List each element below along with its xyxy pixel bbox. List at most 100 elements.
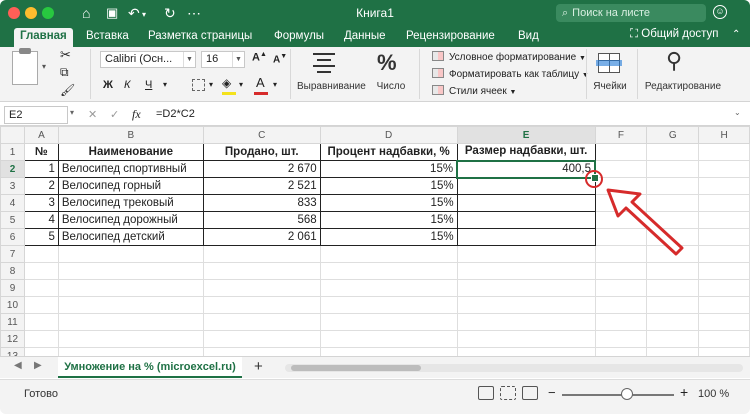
insert-function-icon[interactable]: fx	[132, 107, 141, 122]
cell[interactable]	[698, 143, 750, 161]
cell[interactable]: Велосипед дорожный	[57, 211, 204, 229]
underline-dropdown-icon[interactable]: ▾	[163, 77, 167, 93]
find-magnifier-icon[interactable]: ⚲	[666, 48, 682, 74]
minimize-window-button[interactable]	[25, 7, 37, 19]
percent-icon[interactable]: %	[377, 50, 397, 76]
cell[interactable]: 568	[202, 211, 321, 229]
conditional-formatting-button[interactable]: Условное форматирование ▼	[432, 51, 586, 65]
cell[interactable]	[698, 211, 750, 229]
row-header[interactable]: 1	[0, 143, 25, 161]
alignment-icon[interactable]	[313, 53, 335, 73]
row-header[interactable]: 5	[0, 211, 25, 229]
zoom-level[interactable]: 100 %	[698, 388, 729, 400]
cell[interactable]	[646, 143, 700, 161]
row-header[interactable]: 2	[0, 160, 25, 178]
format-as-table-button[interactable]: Форматировать как таблицу ▼	[432, 68, 589, 82]
row-header[interactable]: 3	[0, 177, 25, 195]
header-cell[interactable]: Процент надбавки, %	[319, 143, 458, 161]
cell[interactable]	[698, 194, 750, 212]
cell[interactable]: 2	[23, 177, 59, 195]
borders-icon[interactable]	[192, 79, 205, 91]
header-cell[interactable]: Размер надбавки, шт.	[456, 143, 596, 161]
expand-formula-icon[interactable]: ⌄	[734, 108, 741, 117]
maximize-window-button[interactable]	[42, 7, 54, 19]
cell[interactable]: 15%	[319, 211, 458, 229]
cell[interactable]	[698, 228, 750, 246]
column-header-b[interactable]: B	[57, 126, 204, 144]
add-sheet-button[interactable]: +	[254, 358, 263, 375]
column-header-c[interactable]: C	[202, 126, 321, 144]
cell[interactable]: 2 521	[202, 177, 321, 195]
feedback-smile-icon[interactable]: ☺	[713, 5, 727, 19]
row-header[interactable]: 4	[0, 194, 25, 212]
editing-label[interactable]: Редактирование	[642, 81, 724, 92]
name-box[interactable]: E2	[4, 106, 68, 124]
cell[interactable]	[456, 228, 596, 246]
cell[interactable]: Велосипед детский	[57, 228, 204, 246]
alignment-label[interactable]: Выравнивание	[297, 81, 366, 92]
paste-icon[interactable]	[12, 48, 38, 85]
column-header-e[interactable]: E	[456, 126, 596, 144]
column-header-h[interactable]: H	[698, 126, 750, 144]
column-header-g[interactable]: G	[646, 126, 700, 144]
cell[interactable]: 3	[23, 194, 59, 212]
name-box-dropdown-icon[interactable]: ▾	[70, 108, 74, 117]
row-header[interactable]: 6	[0, 228, 25, 246]
cell[interactable]: 15%	[319, 177, 458, 195]
column-header-d[interactable]: D	[319, 126, 458, 144]
tab-data[interactable]: Данные	[338, 28, 392, 47]
fill-dropdown-icon[interactable]: ▾	[239, 77, 243, 93]
search-field[interactable]: ⌕ Поиск на листе	[556, 4, 706, 22]
undo-icon[interactable]: ↶	[128, 4, 140, 22]
fill-color-icon[interactable]: ◈	[222, 76, 231, 90]
cell[interactable]	[456, 211, 596, 229]
scroll-tabs-left-icon[interactable]: ◀	[14, 360, 22, 371]
zoom-slider[interactable]	[562, 394, 674, 396]
cell[interactable]	[456, 177, 596, 195]
more-commands-icon[interactable]: ⋯	[187, 4, 201, 22]
header-cell[interactable]: Наименование	[57, 143, 204, 161]
normal-view-icon[interactable]	[478, 386, 494, 400]
tab-formulas[interactable]: Формулы	[268, 28, 330, 47]
zoom-out-button[interactable]: −	[548, 385, 556, 400]
header-cell[interactable]: №	[23, 143, 59, 161]
tab-insert[interactable]: Вставка	[80, 28, 135, 47]
zoom-in-button[interactable]: +	[680, 384, 688, 400]
underline-button[interactable]: Ч	[145, 77, 152, 93]
decrease-font-icon[interactable]: A▼	[273, 53, 287, 65]
cell[interactable]	[698, 177, 750, 195]
save-icon[interactable]: ▣	[106, 4, 118, 22]
cell-styles-button[interactable]: Стили ячеек ▼	[432, 85, 516, 99]
scrollbar-thumb[interactable]	[291, 365, 421, 371]
header-cell[interactable]: Продано, шт.	[202, 143, 321, 161]
font-color-icon[interactable]: A	[256, 75, 265, 90]
cell[interactable]: Велосипед спортивный	[57, 160, 204, 178]
tab-review[interactable]: Рецензирование	[400, 28, 501, 47]
row-header[interactable]: 8	[0, 262, 25, 280]
redo-icon[interactable]: ↻	[164, 4, 176, 22]
font-size-select[interactable]: 16 ▼	[201, 51, 245, 68]
cells-label[interactable]: Ячейки	[590, 81, 630, 92]
cut-icon[interactable]: ✂	[60, 47, 71, 63]
cancel-icon[interactable]: ✕	[88, 108, 97, 121]
close-window-button[interactable]	[8, 7, 20, 19]
cell[interactable]: 4	[23, 211, 59, 229]
font-color-dropdown-icon[interactable]: ▾	[273, 77, 277, 93]
page-break-view-icon[interactable]	[522, 386, 538, 400]
page-layout-view-icon[interactable]	[500, 386, 516, 400]
cell[interactable]: Велосипед трековый	[57, 194, 204, 212]
row-header[interactable]: 12	[0, 330, 25, 348]
cell[interactable]: 5	[23, 228, 59, 246]
cells-icon[interactable]	[596, 53, 622, 73]
collapse-ribbon-icon[interactable]: ⌃	[732, 29, 740, 40]
horizontal-scrollbar[interactable]	[285, 364, 743, 372]
row-header[interactable]: 7	[0, 245, 25, 263]
cell[interactable]: Велосипед горный	[57, 177, 204, 195]
bold-button[interactable]: Ж	[103, 77, 113, 93]
row-header[interactable]: 9	[0, 279, 25, 297]
tab-page-layout[interactable]: Разметка страницы	[142, 28, 258, 47]
increase-font-icon[interactable]: A▲	[252, 51, 267, 64]
italic-button[interactable]: К	[124, 77, 130, 93]
sheet-tab-active[interactable]: Умножение на % (microexcel.ru)	[58, 357, 242, 378]
enter-icon[interactable]: ✓	[110, 108, 119, 121]
